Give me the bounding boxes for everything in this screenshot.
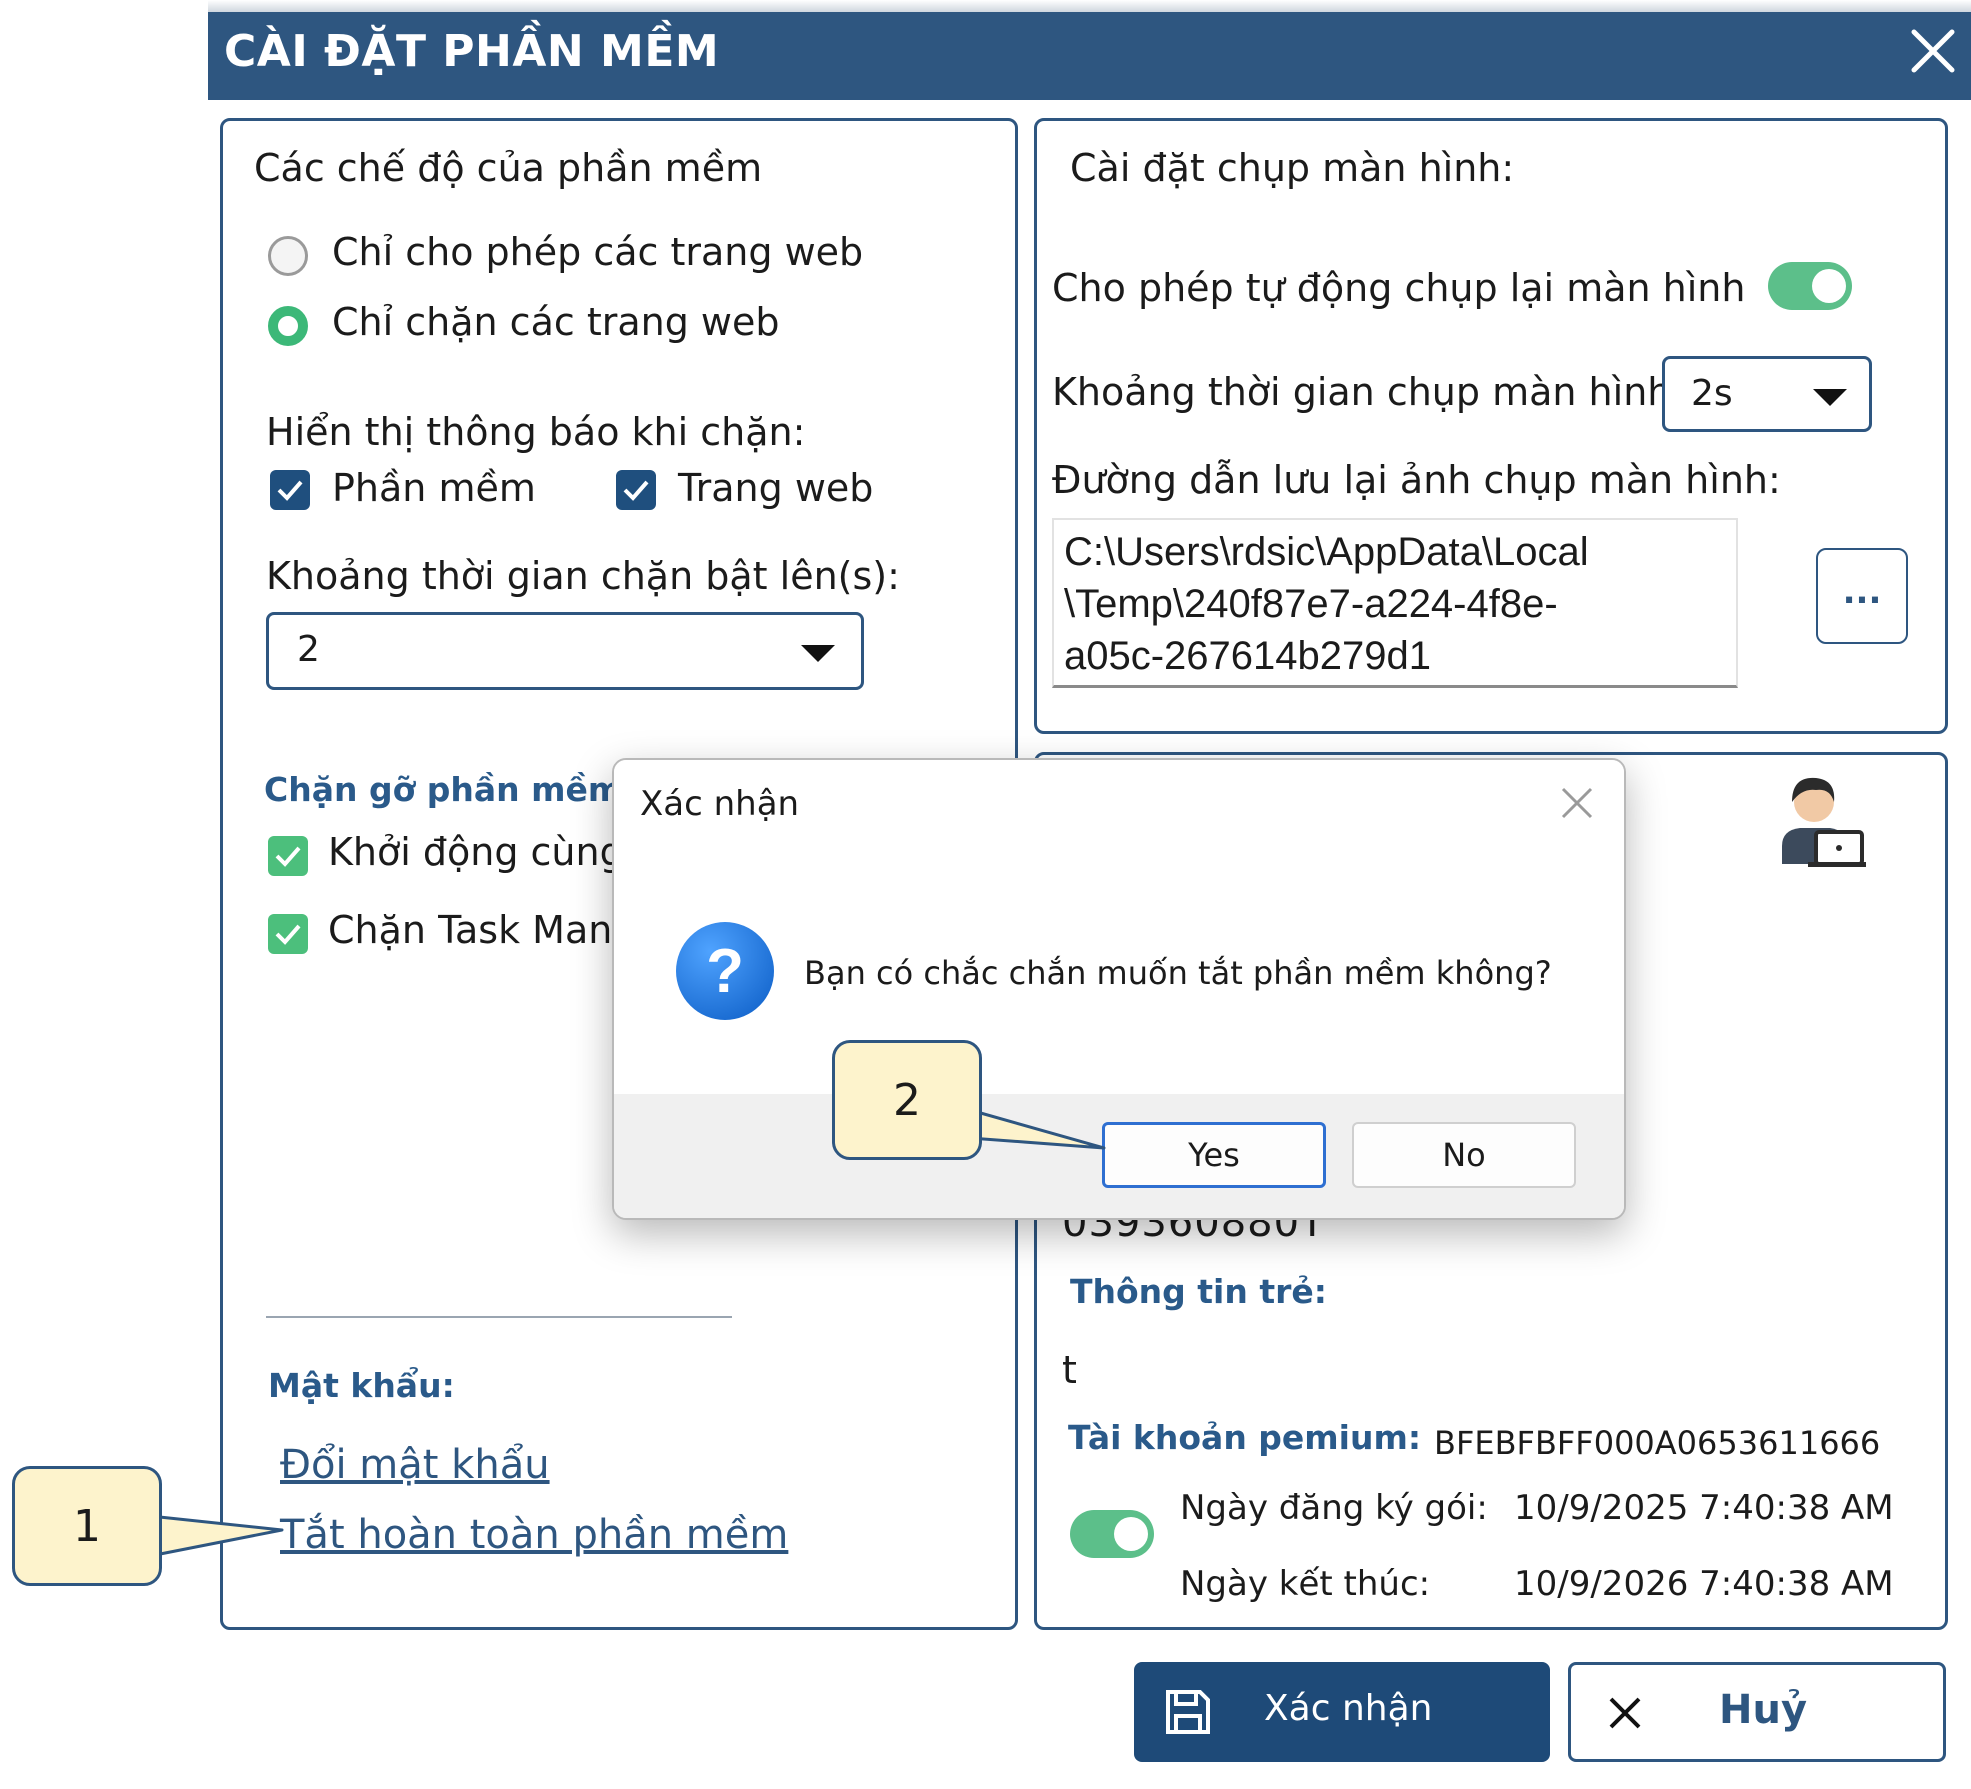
callout-2-pointer	[968, 1108, 1106, 1150]
callout-1-pointer	[148, 1514, 284, 1558]
callout-1: 1	[12, 1466, 162, 1586]
callout-2-label: 2	[893, 1074, 921, 1126]
callout-2: 2	[832, 1040, 982, 1160]
callout-pointers	[148, 1108, 1106, 1558]
callout-1-label: 1	[73, 1500, 101, 1552]
